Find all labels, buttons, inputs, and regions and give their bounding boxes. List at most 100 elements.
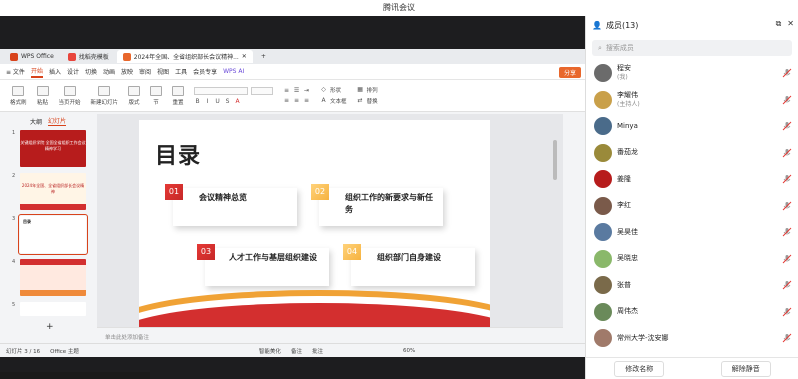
new-slide-button[interactable]: 新建幻灯片 [91, 85, 118, 106]
member-row[interactable]: 番茄龙 [586, 140, 798, 167]
paste-button[interactable]: 粘贴 [36, 85, 49, 106]
mic-muted-icon[interactable] [782, 227, 792, 237]
ppt-icon [122, 52, 131, 61]
member-row[interactable]: 李耀伟 (主持人) [586, 87, 798, 114]
menu-slideshow[interactable]: 放映 [121, 67, 133, 76]
mic-muted-icon[interactable] [782, 121, 792, 131]
new-slide-icon [98, 85, 111, 96]
replace-button[interactable]: 替换 [367, 97, 378, 105]
member-row[interactable]: 姜隆 [586, 166, 798, 193]
tab-outline[interactable]: 大纲 [30, 117, 42, 126]
number-list-icon[interactable]: ☰ [293, 87, 300, 94]
close-icon[interactable]: ✕ [787, 19, 794, 29]
tab-template[interactable]: 找稻壳模板 [62, 50, 115, 63]
notes-button[interactable]: 备注 [291, 347, 302, 355]
mic-muted-icon[interactable] [782, 68, 792, 78]
align-center-icon[interactable]: ≡ [293, 97, 300, 104]
mic-muted-icon[interactable] [782, 95, 792, 105]
mic-muted-icon[interactable] [782, 307, 792, 317]
strikethrough-icon[interactable]: S [224, 98, 231, 105]
underline-icon[interactable]: U [214, 98, 221, 105]
layout-button[interactable]: 版式 [128, 85, 141, 106]
bullet-list-icon[interactable]: ≡ [283, 87, 290, 94]
close-icon[interactable]: ✕ [242, 53, 247, 60]
member-name: 张普 [617, 280, 631, 289]
section-button[interactable]: 节 [150, 85, 163, 106]
slide-thumb-3[interactable]: 3 目录 [0, 214, 97, 257]
paragraph-group: ≡ ☰ ⇥ ≡ ≡ ≡ [283, 87, 310, 104]
member-row[interactable]: 常州大学-沈安娜 [586, 325, 798, 352]
tab-presentation[interactable]: 2024年全国、全省组织部长会议精神... ✕ [116, 50, 253, 63]
menu-member[interactable]: 会员专享 [193, 67, 217, 76]
mic-muted-icon[interactable] [782, 254, 792, 264]
smart-beautify-button[interactable]: 智能美化 [259, 347, 281, 355]
popout-icon[interactable]: ⧉ [776, 19, 782, 29]
menu-file[interactable]: ≡ 文件 [6, 67, 25, 76]
slide-thumb-2[interactable]: 2 2024年全国、全省组织部长会议精神 [0, 171, 97, 214]
member-search-input[interactable]: ⌕ 搜索成员 [592, 40, 792, 56]
align-right-icon[interactable]: ≡ [303, 97, 310, 104]
member-name: 周伟杰 [617, 307, 638, 316]
unmute-all-button[interactable]: 解除静音 [720, 360, 771, 377]
mic-muted-icon[interactable] [782, 333, 792, 343]
doc-tabs: WPS Office 找稻壳模板 2024年全国、全省组织部长会议精神... ✕ … [0, 49, 585, 64]
member-row[interactable]: 李红 [586, 193, 798, 220]
status-bar: 幻灯片 3 / 16 Office 主题 智能美化 备注 批注 60% [0, 343, 585, 357]
menu-tools[interactable]: 工具 [175, 67, 187, 76]
menu-animation[interactable]: 动画 [103, 67, 115, 76]
mic-muted-icon[interactable] [782, 201, 792, 211]
tab-wps-office[interactable]: WPS Office [4, 50, 60, 63]
menu-design[interactable]: 设计 [67, 67, 79, 76]
member-row[interactable]: 张普 [586, 272, 798, 299]
textbox-button[interactable]: 文本框 [330, 97, 347, 105]
member-role: (主持人) [617, 100, 640, 108]
current-slide[interactable]: 目录 01 会议精神总览 02 组织工作的新要求与新任务 03 人才工作与基层组… [139, 120, 490, 327]
member-row[interactable]: 吴昊佳 [586, 219, 798, 246]
pane-tabs: 大纲 幻灯片 [0, 114, 97, 128]
mic-muted-icon[interactable] [782, 148, 792, 158]
notes-area[interactable]: 单击此处添加备注 [97, 327, 563, 343]
brush-icon [12, 85, 25, 96]
zoom-level[interactable]: 60% [403, 348, 415, 354]
format-painter-button[interactable]: 格式刷 [10, 85, 27, 106]
ribbon-toolbar: 格式刷 粘贴 当页开始 新建幻灯片 版式 节 重置 BIUSA ≡ ☰ ⇥ ≡ ≡ ≡ … [0, 80, 585, 112]
menu-wps-ai[interactable]: WPS AI [223, 68, 244, 75]
rename-button[interactable]: 修改名称 [614, 360, 665, 377]
slide-thumb-4[interactable]: 4 [0, 257, 97, 300]
add-slide-button[interactable]: + [46, 322, 54, 332]
font-color-icon[interactable]: A [234, 98, 241, 105]
new-tab-button[interactable]: + [255, 50, 272, 63]
bold-icon[interactable]: B [194, 98, 201, 105]
arrange-button[interactable]: 排列 [367, 86, 378, 94]
italic-icon[interactable]: I [204, 98, 211, 105]
slide-thumb-1[interactable]: 1 关键组织学院 全国全省组织工作会议精神学习 [0, 128, 97, 171]
member-name: 姜隆 [617, 174, 631, 183]
menu-review[interactable]: 审阅 [139, 67, 151, 76]
vertical-scrollbar[interactable] [553, 140, 557, 180]
reset-button[interactable]: 重置 [172, 85, 185, 106]
shape-button[interactable]: 形状 [330, 86, 341, 94]
mic-muted-icon[interactable] [782, 280, 792, 290]
mic-muted-icon[interactable] [782, 174, 792, 184]
member-role: (我) [617, 74, 628, 82]
slide-title[interactable]: 目录 [155, 138, 201, 170]
slide-thumb-5[interactable]: 5 [0, 300, 97, 320]
member-row[interactable]: 吴晓忠 [586, 246, 798, 273]
member-name-block: 张普 [617, 281, 631, 290]
menu-insert[interactable]: 插入 [49, 67, 61, 76]
menu-transition[interactable]: 切换 [85, 67, 97, 76]
font-name-select[interactable] [194, 86, 249, 95]
member-row[interactable]: 程安 (我) [586, 60, 798, 87]
align-left-icon[interactable]: ≡ [283, 97, 290, 104]
share-button[interactable]: 分享 [558, 67, 581, 78]
toc-label: 人才工作与基层组织建设 [229, 253, 317, 262]
indent-icon[interactable]: ⇥ [303, 87, 310, 94]
font-size-select[interactable] [251, 86, 274, 95]
member-row[interactable]: 周伟杰 [586, 299, 798, 326]
menu-view[interactable]: 视图 [157, 67, 169, 76]
from-current-button[interactable]: 当页开始 [59, 85, 81, 106]
tab-slides[interactable]: 幻灯片 [48, 116, 67, 126]
menu-home[interactable]: 开始 [30, 66, 43, 78]
member-row[interactable]: Minya [586, 113, 798, 140]
comments-button[interactable]: 批注 [312, 347, 323, 355]
